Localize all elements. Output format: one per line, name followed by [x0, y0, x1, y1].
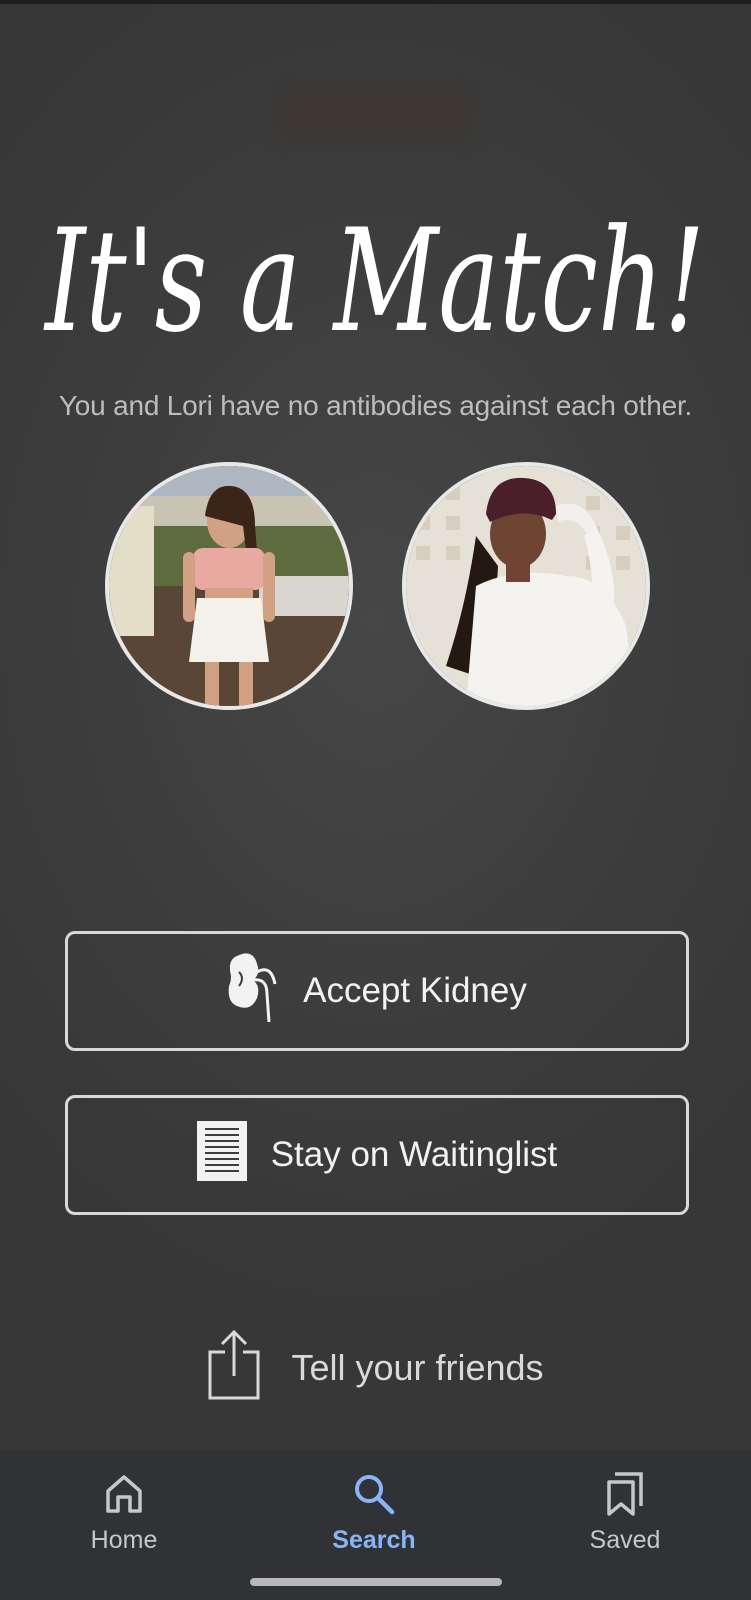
nav-home[interactable]: Home — [24, 1468, 224, 1568]
search-icon — [274, 1468, 474, 1520]
tell-your-friends-label: Tell your friends — [291, 1347, 544, 1388]
accept-kidney-button[interactable]: Accept Kidney — [65, 931, 689, 1051]
svg-text:It's a Match!: It's a Match! — [43, 199, 705, 364]
nav-home-label: Home — [90, 1526, 158, 1554]
list-document-icon — [196, 1120, 247, 1190]
match-photo-lori — [105, 462, 353, 710]
bottom-navigation: Home Search Saved — [0, 1450, 751, 1600]
home-icon — [24, 1468, 224, 1520]
stay-on-waitinglist-button[interactable]: Stay on Waitinglist — [65, 1095, 689, 1215]
nav-search-label: Search — [332, 1526, 416, 1554]
match-subtitle: You and Lori have no antibodies against … — [58, 390, 693, 421]
share-icon — [207, 1328, 261, 1409]
kidney-icon — [227, 950, 279, 1033]
background-blur — [280, 88, 470, 140]
status-strip — [0, 0, 751, 4]
accept-kidney-label: Accept Kidney — [303, 971, 527, 1010]
match-photo-self — [402, 462, 650, 710]
nav-saved-label: Saved — [589, 1526, 661, 1554]
tell-your-friends-button[interactable]: Tell your friends — [0, 1328, 751, 1408]
home-indicator[interactable] — [250, 1578, 502, 1586]
bookmarks-icon — [525, 1468, 725, 1520]
match-screen: It's a Match! You and Lori have no antib… — [0, 0, 751, 1450]
nav-search[interactable]: Search — [274, 1468, 474, 1568]
nav-saved[interactable]: Saved — [525, 1468, 725, 1568]
stay-on-waitinglist-label: Stay on Waitinglist — [270, 1135, 558, 1174]
match-title: It's a Match! — [43, 199, 705, 364]
